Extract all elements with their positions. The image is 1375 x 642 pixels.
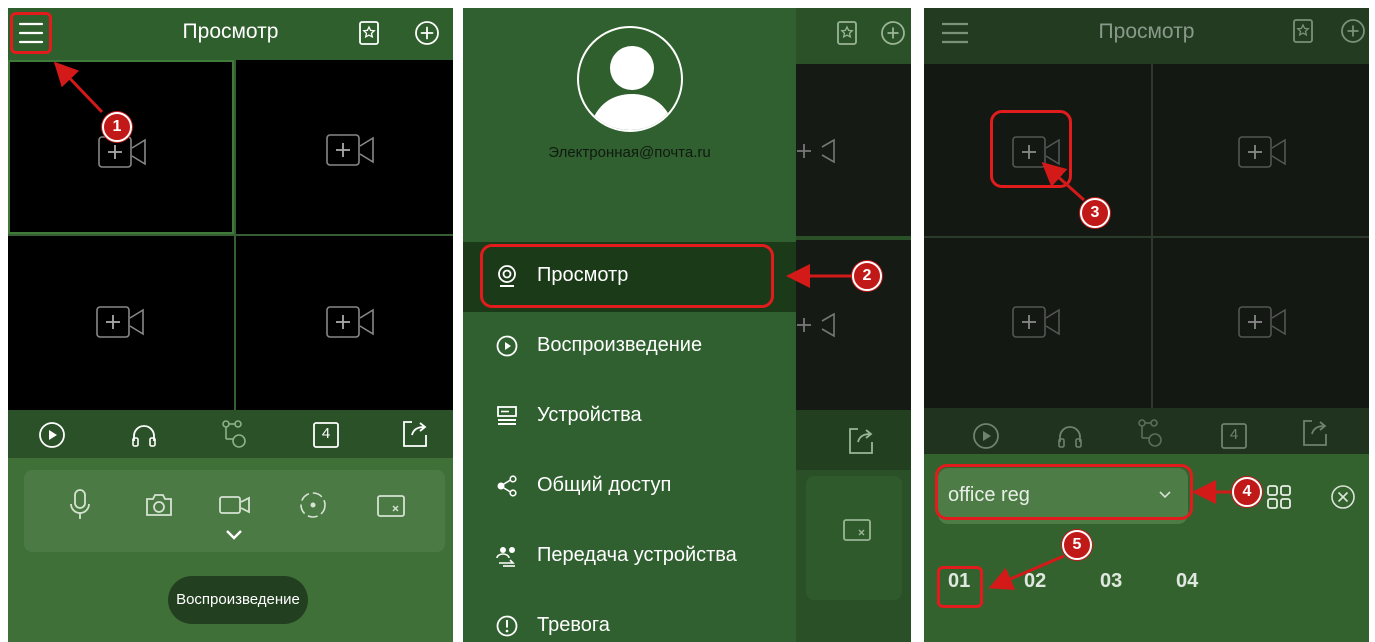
close-circle-icon[interactable] [1330, 484, 1356, 510]
channel-04[interactable]: 04 [1176, 570, 1198, 593]
live-view-screen: Просмотр 4 Воспроизведение [8, 8, 453, 642]
add-camera-icon[interactable] [326, 306, 376, 338]
add-circle-icon [881, 21, 905, 45]
grid-cell-2[interactable] [236, 60, 453, 234]
side-menu: Электронная@почта.ru Просмотр Воспроизве… [463, 8, 796, 642]
add-camera-icon [797, 312, 835, 338]
grid-cell-4[interactable] [236, 236, 453, 410]
step-badge-4: 4 [1232, 477, 1262, 507]
player-toolbar: 4 [8, 410, 453, 458]
close-window-icon [843, 519, 871, 541]
grid-view-icon[interactable] [1266, 484, 1292, 510]
favorites-star-icon [837, 21, 857, 45]
add-camera-icon[interactable] [326, 134, 376, 166]
menu-item-devices[interactable]: Устройства [463, 382, 796, 452]
devices-icon [497, 406, 517, 425]
highlight-live-view [480, 244, 774, 308]
grid-cell-1[interactable] [8, 60, 234, 234]
channel-03[interactable]: 03 [1100, 570, 1122, 593]
share-icon [497, 475, 517, 497]
user-email: Электронная@почта.ru [548, 144, 711, 161]
add-circle-icon [1341, 19, 1365, 43]
add-camera-icon[interactable] [98, 136, 148, 168]
step-badge-5: 5 [1062, 530, 1092, 560]
play-icon[interactable] [38, 421, 66, 449]
background-view [796, 8, 911, 642]
page-title: Просмотр [182, 20, 279, 43]
menu-item-label: Общий доступ [537, 474, 672, 496]
menu-item-label: Воспроизведение [537, 334, 703, 356]
chevron-down-icon[interactable] [224, 528, 244, 542]
add-device-screen: Просмотр 4 office reg 01 02 03 04 [924, 8, 1369, 642]
add-camera-icon [797, 138, 835, 164]
highlight-channel-01 [937, 566, 983, 608]
control-panel [24, 470, 445, 552]
step-badge-1: 1 [102, 112, 132, 142]
menu-item-label: Тревога [537, 614, 610, 636]
playback-button[interactable]: Воспроизведение [168, 576, 308, 624]
snapshot-icon[interactable] [144, 492, 174, 518]
ptz-icon[interactable] [220, 419, 250, 451]
share-icon[interactable] [400, 419, 430, 449]
layout-count: 4 [321, 425, 331, 442]
favorites-star-icon [1293, 19, 1313, 43]
camera-grid [8, 60, 453, 410]
play-icon [973, 423, 999, 449]
user-icon [589, 46, 675, 130]
dimmed-view: Просмотр 4 [924, 8, 1369, 454]
menu-item-alarm[interactable]: Тревога [463, 592, 796, 642]
headphones-icon[interactable] [130, 421, 158, 449]
layout-count: 4 [1229, 426, 1239, 443]
menu-item-label: Устройства [537, 404, 642, 426]
step-badge-2: 2 [852, 261, 882, 291]
ptz-direction-icon[interactable] [298, 490, 328, 520]
menu-item-device-transfer[interactable]: Передача устройства [463, 522, 796, 592]
microphone-icon[interactable] [68, 488, 92, 522]
highlight-add-camera [990, 110, 1072, 188]
channel-02[interactable]: 02 [1024, 570, 1046, 593]
alarm-icon [496, 615, 518, 637]
highlight-device-select [935, 464, 1193, 520]
play-circle-icon [496, 335, 518, 357]
close-window-icon[interactable] [376, 494, 406, 518]
add-circle-icon[interactable] [414, 20, 440, 46]
headphones-icon [1058, 426, 1082, 448]
add-camera-icon[interactable] [1238, 306, 1288, 338]
ptz-icon [1138, 419, 1162, 447]
menu-item-label: Передача устройства [537, 544, 737, 566]
side-menu-screen: Электронная@почта.ru Просмотр Воспроизве… [463, 8, 911, 642]
menu-item-playback[interactable]: Воспроизведение [463, 312, 796, 382]
grid-divider [924, 236, 1369, 238]
record-icon[interactable] [218, 494, 252, 516]
control-area: Воспроизведение [8, 458, 453, 642]
add-camera-icon[interactable] [1238, 136, 1288, 168]
add-camera-icon[interactable] [96, 306, 146, 338]
add-camera-icon[interactable] [1012, 306, 1062, 338]
step-badge-3: 3 [1080, 198, 1110, 228]
transfer-icon [496, 547, 515, 567]
favorites-star-icon[interactable] [358, 20, 380, 46]
avatar[interactable] [577, 26, 683, 132]
share-icon [849, 428, 873, 454]
grid-cell-3[interactable] [8, 236, 234, 410]
share-icon [1303, 420, 1327, 446]
grid-divider [8, 234, 453, 236]
top-bar: Просмотр [8, 8, 453, 60]
highlight-menu [10, 12, 52, 54]
menu-item-sharing[interactable]: Общий доступ [463, 452, 796, 522]
